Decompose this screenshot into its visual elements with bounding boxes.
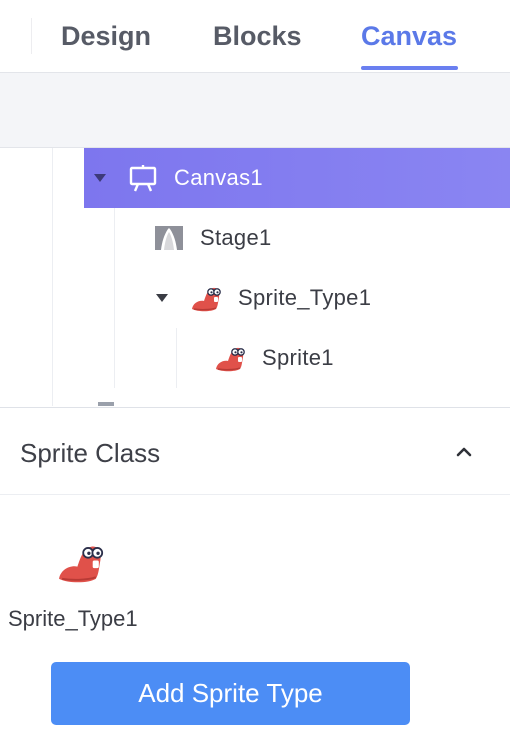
tab-design[interactable]: Design <box>61 18 151 54</box>
sprite-class-header[interactable]: Sprite Class <box>0 407 510 495</box>
sprite-type-name: Sprite_Type1 <box>8 606 138 631</box>
stage-icon <box>155 226 183 250</box>
tree-guide-line <box>52 148 53 406</box>
sprite-class-title: Sprite Class <box>20 438 161 468</box>
chevron-up-icon[interactable] <box>450 438 478 466</box>
sprite-creature-icon <box>59 546 104 583</box>
tree-node-label: Sprite_Type1 <box>238 285 372 310</box>
tree-node-label: Stage1 <box>200 225 272 250</box>
canvas-tree: Canvas1 Stage1 Sprite_Type1 Sprite1 <box>0 148 510 406</box>
tree-node-label: Sprite1 <box>262 345 334 370</box>
tree-node-label: Canvas1 <box>174 165 263 190</box>
tree-node-canvas1[interactable]: Canvas1 <box>84 148 510 208</box>
active-tab-indicator <box>361 66 458 70</box>
tab-bar: Design Blocks Canvas <box>0 0 510 73</box>
sprite-creature-icon <box>192 287 221 312</box>
add-sprite-type-button[interactable]: Add Sprite Type <box>51 662 410 725</box>
tree-node-stage1[interactable]: Stage1 <box>140 208 272 268</box>
canvas-panel: Design Blocks Canvas Canvas1 Stage1 Spri… <box>0 0 510 748</box>
tree-toolbar <box>0 73 510 148</box>
tab-canvas[interactable]: Canvas <box>361 18 457 54</box>
tree-node-sprite1[interactable]: Sprite1 <box>210 328 334 388</box>
tab-blocks[interactable]: Blocks <box>213 18 302 54</box>
tree-node-sprite-type1[interactable]: Sprite_Type1 <box>150 268 371 328</box>
caret-down-icon[interactable] <box>94 174 106 182</box>
tab-divider <box>31 18 32 54</box>
sprite-type-card[interactable]: Sprite_Type1 <box>4 530 156 640</box>
sprite-creature-icon <box>216 347 245 372</box>
scroll-indicator <box>98 402 114 406</box>
tree-guide-line <box>176 328 177 388</box>
canvas-easel-icon <box>129 165 157 192</box>
caret-down-icon[interactable] <box>156 294 168 302</box>
